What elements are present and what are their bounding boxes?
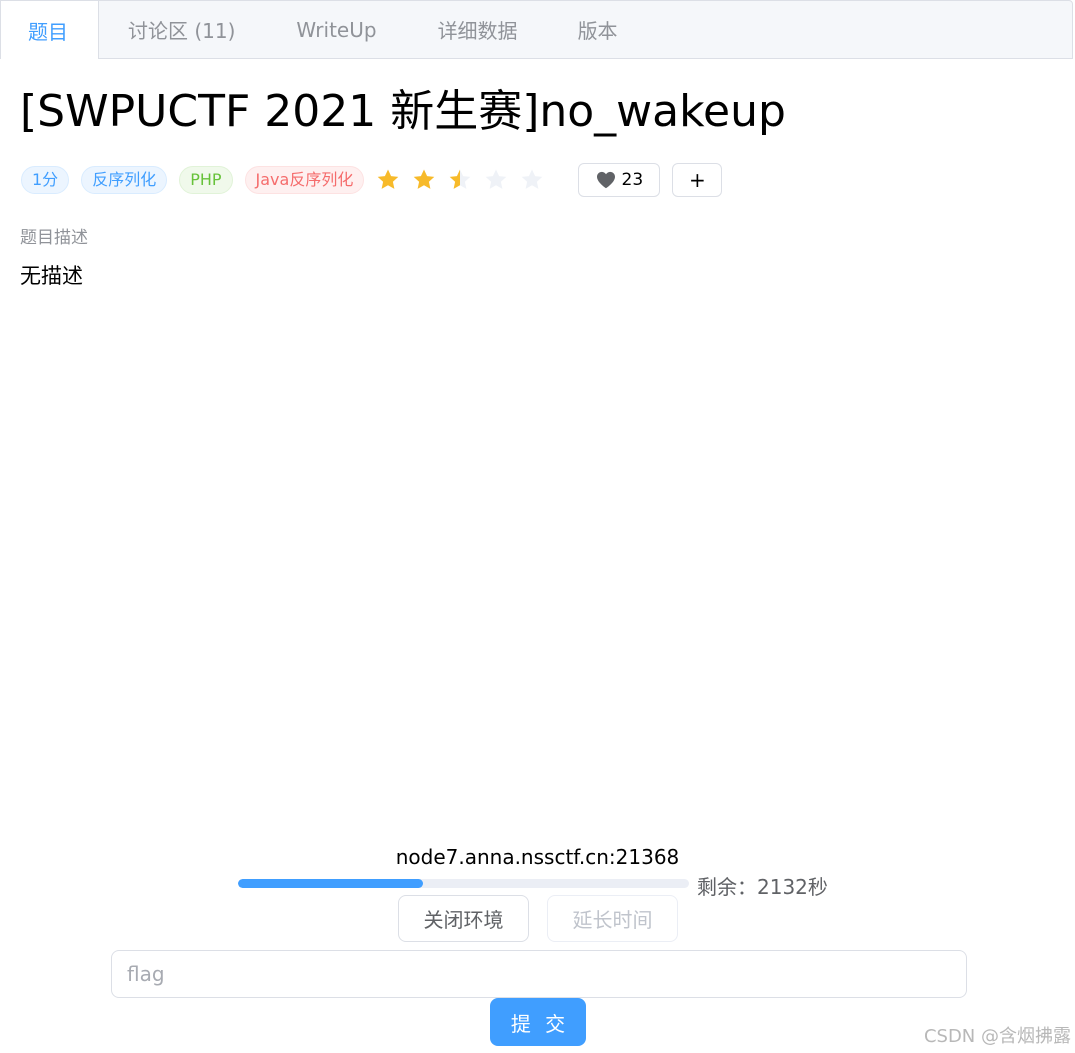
flag-input[interactable] [111, 950, 967, 998]
tab-writeup[interactable]: WriteUp [235, 1, 376, 58]
like-button[interactable]: 23 [578, 163, 661, 197]
star-icon[interactable] [448, 168, 472, 192]
category-tag-php: PHP [179, 166, 233, 194]
time-progress-bar [238, 879, 689, 888]
category-tag-deserialization: 反序列化 [81, 166, 168, 194]
star-icon[interactable] [484, 168, 508, 192]
challenge-page: 题目 讨论区 (11) WriteUp 详细数据 版本 [SWPUCTF 202… [0, 0, 1075, 1053]
star-icon[interactable] [520, 168, 544, 192]
like-count: 23 [621, 170, 644, 190]
tab-version[interactable]: 版本 [518, 1, 618, 58]
extend-time-button[interactable]: 延长时间 [547, 895, 678, 942]
tab-details[interactable]: 详细数据 [377, 1, 518, 58]
score-tag: 1分 [21, 166, 70, 194]
tab-challenge[interactable]: 题目 [1, 1, 99, 59]
submit-button[interactable]: 提 交 [490, 998, 586, 1046]
description-text: 无描述 [20, 264, 83, 288]
star-icon[interactable] [376, 168, 400, 192]
category-tag-java-deserialization: Java反序列化 [244, 166, 365, 194]
tag-row: 1分 反序列化 PHP Java反序列化 23 + [21, 163, 723, 197]
time-progress-fill [238, 879, 423, 888]
tab-discussion[interactable]: 讨论区 (11) [99, 1, 235, 58]
add-button[interactable]: + [672, 163, 723, 197]
close-environment-button[interactable]: 关闭环境 [398, 895, 529, 942]
difficulty-rating[interactable] [376, 168, 556, 192]
heart-icon [596, 171, 615, 189]
environment-address: node7.anna.nssctf.cn:21368 [395, 845, 680, 869]
remaining-time: 剩余：2132秒 [697, 875, 828, 899]
tab-bar: 题目 讨论区 (11) WriteUp 详细数据 版本 [0, 0, 1073, 59]
challenge-title: [SWPUCTF 2021 新生赛]no_wakeup [20, 86, 786, 137]
watermark: CSDN @含烟拂露 [923, 1026, 1071, 1047]
description-label: 题目描述 [20, 228, 88, 248]
star-icon[interactable] [412, 168, 436, 192]
